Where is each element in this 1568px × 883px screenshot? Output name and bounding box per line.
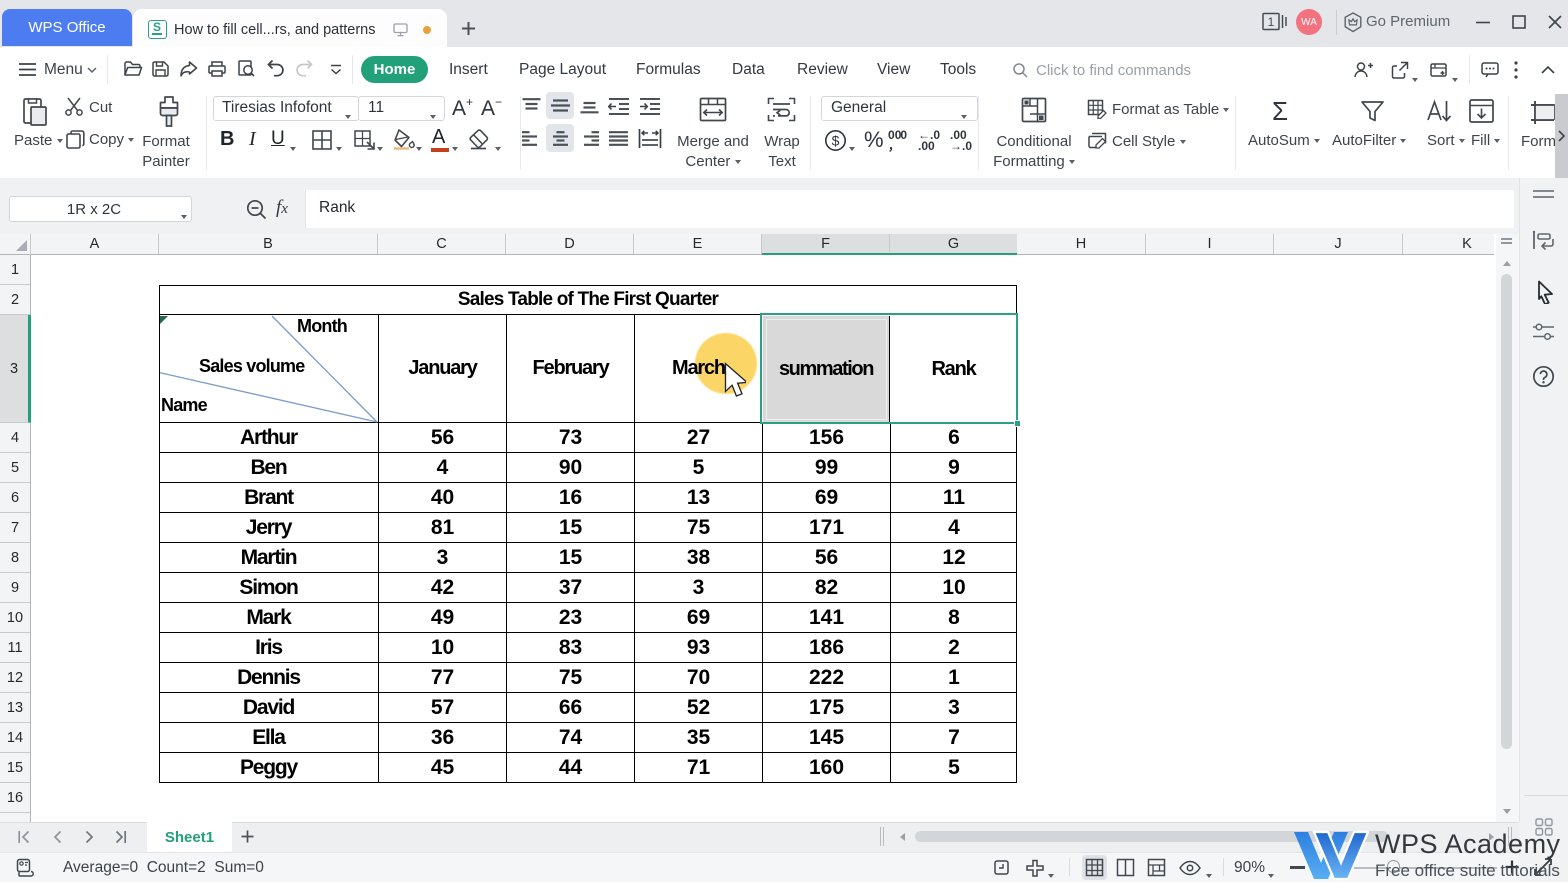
svg-text:$: $ [832,133,840,149]
svg-text:1: 1 [1268,15,1275,29]
